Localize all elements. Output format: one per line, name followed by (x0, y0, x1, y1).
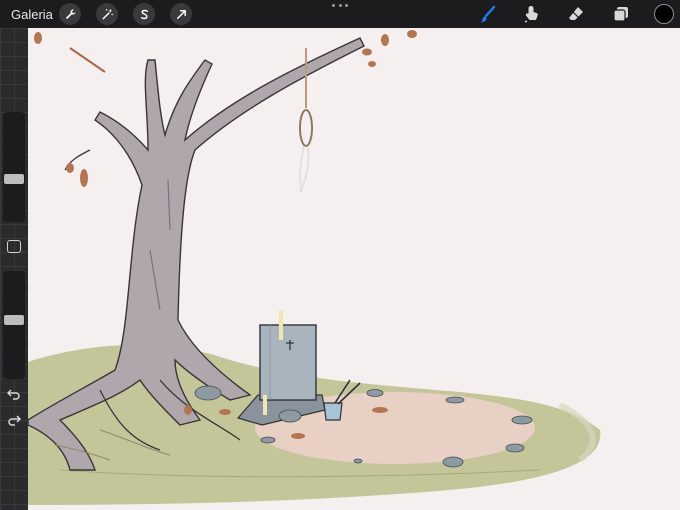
selection-button[interactable] (133, 3, 155, 25)
gallery-button[interactable]: Galeria (11, 7, 55, 22)
magic-wand-icon (101, 8, 113, 20)
opacity-slider[interactable] (3, 271, 25, 379)
left-sidebar (0, 28, 28, 510)
modify-button[interactable] (7, 240, 21, 253)
drawing-canvas[interactable] (28, 28, 680, 510)
opacity-thumb[interactable] (4, 315, 24, 325)
layers-icon[interactable] (611, 4, 631, 24)
more-options-dots[interactable] (332, 4, 348, 10)
smudge-finger-icon[interactable] (522, 4, 542, 24)
candle (279, 310, 283, 340)
wrench-icon (65, 8, 76, 19)
adjustments-button[interactable] (96, 3, 118, 25)
brush-size-slider[interactable] (3, 112, 25, 222)
transform-button[interactable] (170, 3, 192, 25)
offering-bowl (323, 402, 343, 421)
brush-icon[interactable] (478, 4, 498, 24)
color-picker-button[interactable] (654, 4, 674, 24)
undo-icon[interactable] (7, 388, 21, 400)
actions-button[interactable] (59, 3, 81, 25)
eraser-icon[interactable] (566, 4, 586, 24)
arrow-cursor-icon (176, 9, 186, 19)
top-toolbar: Galeria (0, 0, 680, 28)
selection-s-icon (140, 9, 148, 19)
redo-icon[interactable] (7, 414, 21, 426)
candle (263, 395, 267, 415)
gravestone (259, 324, 317, 401)
brush-size-thumb[interactable] (4, 174, 24, 184)
